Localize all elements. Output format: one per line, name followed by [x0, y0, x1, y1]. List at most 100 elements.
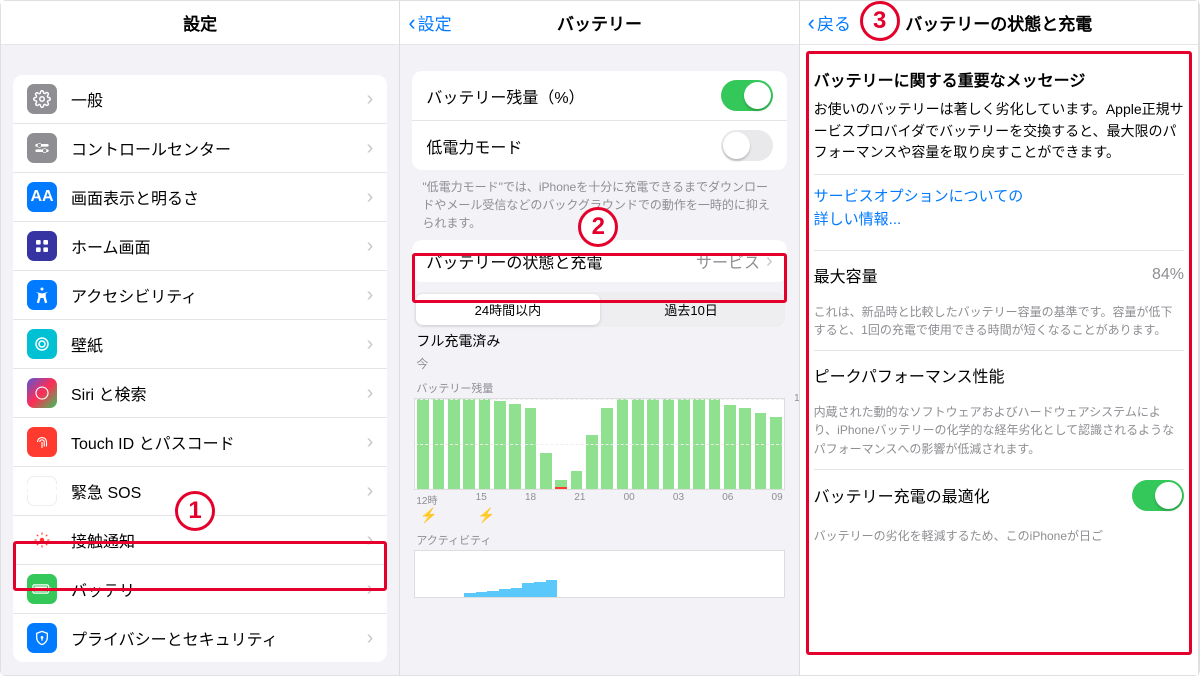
bolt-icon: ⚡ [420, 507, 437, 524]
settings-row-siri[interactable]: Siri と検索› [13, 369, 387, 418]
chevron-right-icon: › [367, 529, 374, 552]
level-bar [571, 471, 583, 489]
header: ‹ 設定 バッテリー [400, 1, 798, 45]
battery-level-chart: 100% 50% 0% [414, 398, 784, 490]
chevron-right-icon: › [367, 137, 374, 160]
message-text: お使いのバッテリーは著しく劣化しています。Apple正規サービスプロバイダでバッ… [814, 99, 1184, 164]
switch-battery-percent[interactable] [721, 80, 773, 111]
row-label: 壁紙 [71, 332, 367, 356]
max-capacity-value: 84% [1152, 266, 1184, 284]
switch-optimized-charging[interactable] [1132, 480, 1184, 511]
time-range-segment[interactable]: 24時間以内 過去10日 [414, 292, 784, 327]
chevron-right-icon: › [367, 382, 374, 405]
activity-bar [546, 580, 558, 597]
row-label: 緊急 SOS [71, 479, 367, 503]
activity-chart: 60分 [414, 550, 784, 598]
x-tick: 09 [772, 492, 783, 507]
peak-label: ピークパフォーマンス性能 [814, 363, 1005, 387]
row-label: 接触通知 [71, 528, 367, 552]
page-title: 設定 [183, 10, 217, 35]
x-tick: 00 [624, 492, 635, 507]
back-label: 戻る [817, 10, 851, 35]
level-bar [739, 408, 751, 489]
row-label: Siri と検索 [71, 381, 367, 405]
service-link[interactable]: サービスオプションについての 詳しい情報... [814, 185, 1184, 232]
health-detail: サービス [696, 249, 760, 273]
chevron-right-icon: › [367, 235, 374, 258]
settings-row-battery[interactable]: バッテリー› [13, 565, 387, 614]
activity-bar [464, 593, 476, 597]
seg-24h[interactable]: 24時間以内 [416, 294, 599, 325]
x-tick: 21 [574, 492, 585, 507]
settings-row-accessibility[interactable]: アクセシビリティ› [13, 271, 387, 320]
settings-row-exposure[interactable]: 接触通知› [13, 516, 387, 565]
row-max-capacity: 最大容量 84% [814, 251, 1184, 299]
peak-desc: 内蔵された動的なソフトウェアおよびハードウェアシステムにより、iPhoneバッテ… [814, 403, 1184, 459]
row-label: 画面表示と明るさ [71, 185, 367, 209]
max-capacity-desc: これは、新品時と比較したバッテリー容量の基準です。容量が低下すると、1回の充電で… [814, 303, 1184, 340]
settings-row-wallpaper[interactable]: 壁紙› [13, 320, 387, 369]
row-battery-health[interactable]: バッテリーの状態と充電 サービス › [412, 240, 786, 282]
battery-pane: ‹ 設定 バッテリー バッテリー残量（%） 低電力モード "低電力モード"では、… [400, 1, 799, 675]
page-title: バッテリー [557, 10, 642, 35]
health-content: バッテリーに関する重要なメッセージ お使いのバッテリーは著しく劣化しています。A… [800, 45, 1198, 675]
switch-low-power[interactable] [721, 130, 773, 161]
battery-health-pane: ‹ 戻る バッテリーの状態と充電 バッテリーに関する重要なメッセージ お使いのバ… [800, 1, 1199, 675]
seg-10d[interactable]: 過去10日 [600, 294, 783, 325]
accessibility-icon [27, 280, 57, 310]
back-label: 設定 [418, 10, 452, 35]
chevron-right-icon: › [367, 284, 374, 307]
x-tick: 03 [673, 492, 684, 507]
full-charge-title: フル充電済み [416, 331, 782, 351]
low-power-note: "低電力モード"では、iPhoneを十分に充電できるまでダウンロードやメール受信… [400, 170, 798, 240]
siri-icon [27, 378, 57, 408]
chevron-right-icon: › [367, 480, 374, 503]
level-bar [525, 408, 537, 489]
activity-label: アクティビティ [416, 532, 782, 548]
row-low-power[interactable]: 低電力モード [412, 121, 786, 170]
chevron-left-icon: ‹ [808, 10, 815, 36]
settings-pane: 設定 一般›コントロールセンター›AA画面表示と明るさ›ホーム画面›アクセシビリ… [1, 1, 400, 675]
general-icon [27, 84, 57, 114]
row-label: コントロールセンター [71, 136, 367, 160]
activity-bar [522, 583, 534, 597]
row-label: バッテリー [71, 577, 367, 601]
settings-row-touchid[interactable]: Touch ID とパスコード› [13, 418, 387, 467]
settings-list: 一般›コントロールセンター›AA画面表示と明るさ›ホーム画面›アクセシビリティ›… [1, 45, 399, 675]
wallpaper-icon [27, 329, 57, 359]
back-button[interactable]: ‹ 戻る [808, 10, 851, 36]
settings-row-general[interactable]: 一般› [13, 75, 387, 124]
settings-row-home[interactable]: ホーム画面› [13, 222, 387, 271]
chart-x-ticks: 12時15182100030609 [414, 490, 784, 507]
exposure-icon [27, 525, 57, 555]
important-message: バッテリーに関する重要なメッセージ お使いのバッテリーは著しく劣化しています。A… [814, 67, 1184, 232]
row-peak-performance: ピークパフォーマンス性能 [814, 351, 1184, 399]
back-button[interactable]: ‹ 設定 [408, 10, 451, 36]
max-capacity-label: 最大容量 [814, 263, 878, 287]
charge-indicators: ⚡ ⚡ [414, 507, 784, 524]
level-bar [555, 480, 567, 489]
optimized-label: バッテリー充電の最適化 [814, 483, 990, 507]
settings-row-control-center[interactable]: コントロールセンター› [13, 124, 387, 173]
chevron-right-icon: › [367, 431, 374, 454]
row-optimized-charging[interactable]: バッテリー充電の最適化 [814, 470, 1184, 521]
home-icon [27, 231, 57, 261]
page-title: バッテリーの状態と充電 [905, 10, 1092, 35]
chevron-left-icon: ‹ [408, 10, 415, 36]
row-label: プライバシーとセキュリティ [71, 626, 367, 650]
row-battery-percent[interactable]: バッテリー残量（%） [412, 71, 786, 121]
chevron-right-icon: › [766, 250, 773, 273]
touchid-icon [27, 427, 57, 457]
settings-row-display[interactable]: AA画面表示と明るさ› [13, 173, 387, 222]
settings-row-sos[interactable]: SOS 緊急 SOS› [13, 467, 387, 516]
full-charge-time: 今 [416, 355, 782, 372]
chevron-right-icon: › [367, 578, 374, 601]
row-label: アクセシビリティ [71, 283, 367, 307]
x-tick: 18 [525, 492, 536, 507]
activity-bar [511, 588, 523, 597]
level-bar [509, 404, 521, 490]
level-label: バッテリー残量 [416, 380, 782, 396]
sos-icon: SOS [27, 476, 57, 506]
x-tick: 15 [476, 492, 487, 507]
settings-row-privacy[interactable]: プライバシーとセキュリティ› [13, 614, 387, 662]
